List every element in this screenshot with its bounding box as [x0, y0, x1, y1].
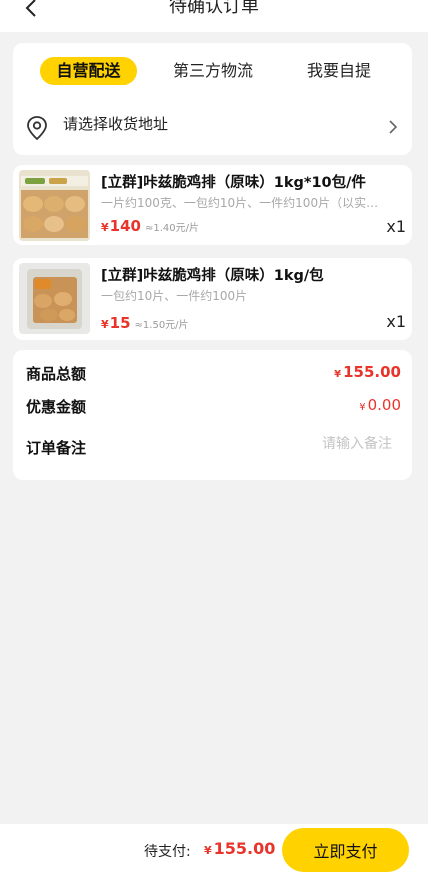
- product-description: 一片约100克、一包约10片、一件约100片（以实…: [101, 196, 379, 210]
- pay-label: 待支付:: [144, 844, 191, 860]
- pay-amount-value: 155.00: [213, 839, 276, 858]
- total-amount: 155.00: [343, 363, 401, 381]
- total-label: 商品总额: [26, 365, 87, 383]
- order-summary: 商品总额 ¥155.00 优惠金额 ¥0.00 订单备注: [13, 350, 412, 480]
- product-quantity: x1: [386, 312, 406, 331]
- total-value: ¥155.00: [334, 363, 401, 381]
- product-price: ¥140 ≈1.40元/片: [101, 217, 199, 235]
- currency-symbol: ¥: [101, 318, 109, 331]
- product-image: [19, 263, 90, 334]
- product-quantity: x1: [386, 217, 406, 236]
- price-value: 140: [109, 217, 141, 235]
- pay-amount: ¥155.00: [204, 839, 275, 858]
- product-name: [立群]咔兹脆鸡排（原味）1kg*10包/件: [101, 175, 366, 191]
- pay-now-button[interactable]: 立即支付: [282, 828, 409, 872]
- product-item[interactable]: [立群]咔兹脆鸡排（原味）1kg*10包/件 一片约100克、一包约10片、一件…: [13, 165, 412, 245]
- page-title: 待确认订单: [169, 0, 259, 17]
- currency-symbol: ¥: [334, 369, 342, 380]
- discount-label: 优惠金额: [26, 398, 87, 416]
- header: 待确认订单: [0, 0, 428, 32]
- product-item[interactable]: [立群]咔兹脆鸡排（原味）1kg/包 一包约10片、一件约100片 ¥15 ≈1.…: [13, 258, 412, 340]
- currency-symbol: ¥: [101, 221, 109, 234]
- tab-self-delivery[interactable]: 自营配送: [40, 57, 137, 85]
- currency-symbol: ¥: [204, 844, 212, 857]
- chevron-right-icon: [389, 120, 398, 134]
- product-name: [立群]咔兹脆鸡排（原味）1kg/包: [101, 268, 324, 284]
- discount-value: ¥0.00: [359, 396, 401, 414]
- location-pin-icon: [27, 116, 47, 141]
- delivery-card: 自营配送 第三方物流 我要自提 请选择收货地址: [13, 43, 412, 155]
- unit-price: ≈1.50元/片: [134, 320, 189, 331]
- product-price: ¥15 ≈1.50元/片: [101, 314, 189, 332]
- product-description: 一包约10片、一件约100片: [101, 289, 248, 303]
- price-value: 15: [109, 314, 131, 332]
- address-selector[interactable]: 请选择收货地址: [13, 105, 412, 149]
- address-placeholder: 请选择收货地址: [63, 115, 169, 133]
- unit-price: ≈1.40元/片: [144, 223, 199, 234]
- tab-third-party-logistics[interactable]: 第三方物流: [163, 57, 263, 85]
- tab-self-pickup[interactable]: 我要自提: [299, 57, 379, 85]
- product-image: [19, 170, 90, 241]
- discount-amount: 0.00: [367, 396, 401, 414]
- checkout-bar: 待支付: ¥155.00 立即支付: [0, 824, 428, 873]
- currency-symbol: ¥: [359, 402, 366, 413]
- note-label: 订单备注: [26, 439, 87, 457]
- order-note-input[interactable]: [192, 436, 392, 452]
